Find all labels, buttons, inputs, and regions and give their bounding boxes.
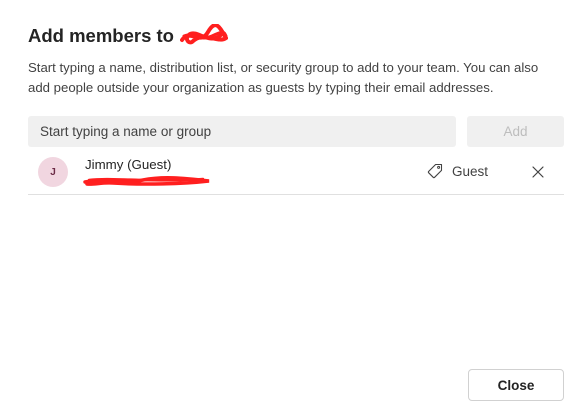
member-list-item: J Jimmy (Guest) Guest [28, 150, 564, 195]
team-name-redacted [179, 24, 228, 48]
member-email-redacted [83, 176, 210, 186]
tag-icon [427, 163, 443, 179]
dialog-description: Start typing a name, distribution list, … [28, 60, 539, 95]
member-name: Jimmy (Guest) [85, 157, 172, 172]
add-button[interactable]: Add [467, 116, 564, 147]
member-role-label: Guest [452, 163, 489, 179]
redaction-scribble [179, 24, 228, 45]
member-search-input[interactable] [28, 116, 456, 147]
remove-member-button[interactable] [528, 162, 548, 182]
close-button[interactable]: Close [468, 369, 564, 401]
dialog-header: Add members to [28, 24, 228, 48]
add-members-dialog: Add members to Start typing a name, dist… [0, 0, 585, 417]
dialog-title: Add members to [28, 25, 174, 46]
close-icon [532, 166, 544, 178]
member-role-selector[interactable]: Guest [426, 162, 488, 180]
avatar: J [38, 157, 68, 187]
